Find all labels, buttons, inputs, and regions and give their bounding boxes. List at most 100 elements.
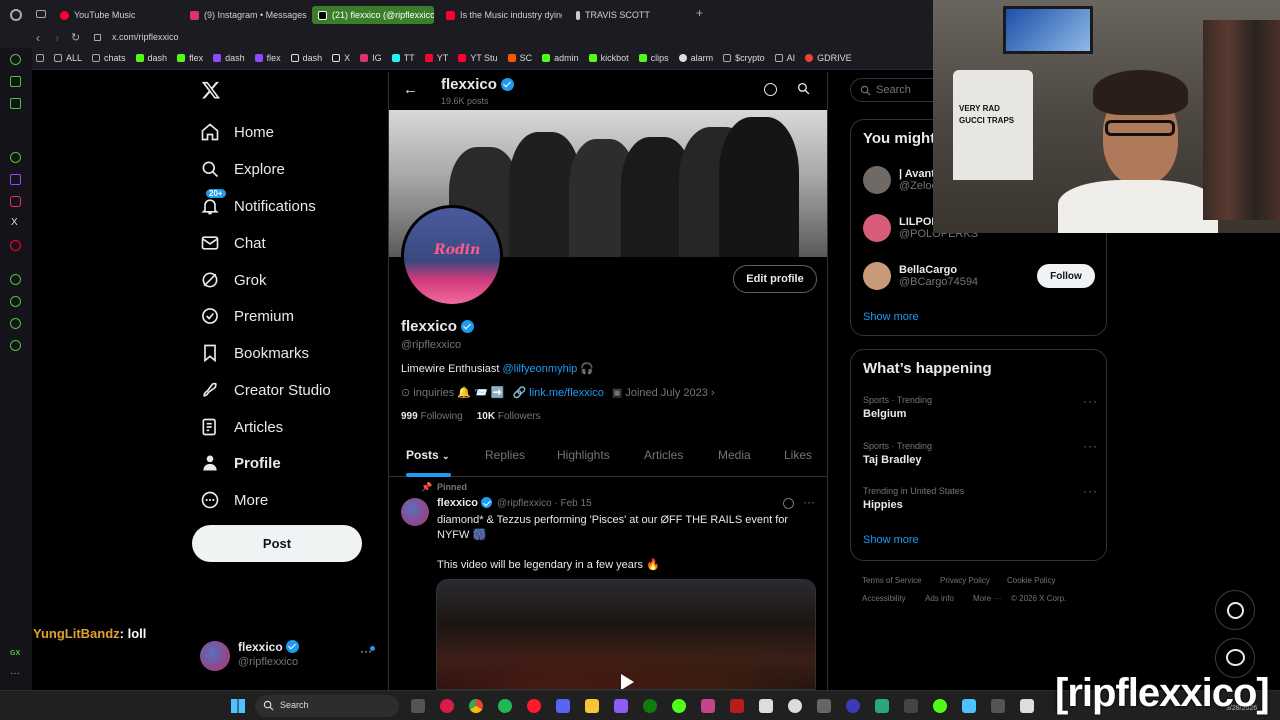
bookmark-admin[interactable]: admin bbox=[542, 53, 579, 63]
app-icon[interactable] bbox=[672, 699, 686, 713]
bookmark-ig[interactable]: IG bbox=[360, 53, 382, 63]
settings-icon[interactable] bbox=[10, 340, 21, 351]
file-explorer-icon[interactable] bbox=[585, 699, 599, 713]
profile-avatar[interactable]: Rodin bbox=[401, 205, 503, 307]
back-icon[interactable]: ‹ bbox=[36, 31, 40, 45]
bookmark-kickbot[interactable]: kickbot bbox=[588, 53, 629, 63]
xbox-icon[interactable] bbox=[643, 699, 657, 713]
tab-youtube-music[interactable]: YouTube Music bbox=[54, 6, 184, 24]
trend-more-icon[interactable]: ··· bbox=[1083, 439, 1098, 453]
tab-travis-scott[interactable]: TRAVIS SCOTT bbox=[570, 6, 690, 24]
tweet-author[interactable]: flexxico bbox=[437, 497, 493, 509]
follow-button[interactable]: Follow bbox=[1037, 264, 1095, 288]
footer-privacy[interactable]: Privacy Policy bbox=[940, 576, 990, 585]
opera-gx-icon[interactable] bbox=[440, 699, 454, 713]
app-icon[interactable] bbox=[817, 699, 831, 713]
player-icon[interactable] bbox=[10, 274, 21, 285]
app-icon[interactable] bbox=[875, 699, 889, 713]
tab-youtube-video[interactable]: Is the Music industry dying bbox=[440, 6, 562, 24]
instagram-icon[interactable] bbox=[10, 196, 21, 207]
nav-chat[interactable]: Chat bbox=[200, 233, 266, 253]
nav-more[interactable]: More bbox=[200, 490, 268, 510]
chatgpt-icon[interactable] bbox=[10, 152, 21, 163]
reload-icon[interactable]: ↻ bbox=[71, 31, 80, 44]
trend-more-icon[interactable]: ··· bbox=[1083, 484, 1098, 498]
show-more-link[interactable]: Show more bbox=[863, 311, 919, 323]
gx-messenger-icon[interactable] bbox=[10, 98, 21, 109]
audio-icon[interactable] bbox=[904, 699, 918, 713]
nav-bookmarks[interactable]: Bookmarks bbox=[200, 343, 309, 363]
nav-explore[interactable]: Explore bbox=[200, 159, 285, 179]
bookmark-yt-studio[interactable]: YT Stu bbox=[458, 53, 498, 63]
opera-gx-icon[interactable] bbox=[10, 9, 22, 21]
url-field[interactable]: x.com/ripflexxico bbox=[112, 32, 179, 42]
tab-x-profile[interactable]: (21) flexxico (@ripflexxico bbox=[312, 6, 434, 24]
capcut-icon[interactable] bbox=[1020, 699, 1034, 713]
footer-cookies[interactable]: Cookie Policy bbox=[1007, 576, 1055, 585]
followers-link[interactable]: 10K Followers bbox=[477, 411, 541, 422]
discord-icon[interactable] bbox=[556, 699, 570, 713]
suggestion-1[interactable]: | Avant @Zeloc bbox=[863, 166, 937, 194]
tab-overview-icon[interactable] bbox=[36, 10, 46, 18]
tab-instagram[interactable]: (9) Instagram • Messages bbox=[184, 6, 312, 24]
app-icon[interactable] bbox=[701, 699, 715, 713]
trend-item[interactable]: Sports · Trending Belgium bbox=[863, 395, 932, 420]
app-icon[interactable] bbox=[933, 699, 947, 713]
bookmark-dash-3[interactable]: dash bbox=[290, 53, 322, 63]
more-icon[interactable]: ··· bbox=[10, 668, 20, 679]
footer-accessibility[interactable]: Accessibility bbox=[862, 594, 906, 603]
show-more-link[interactable]: Show more bbox=[863, 534, 919, 546]
bookmark-tt[interactable]: TT bbox=[391, 53, 415, 63]
bio-mention-link[interactable]: @lilfyeonmyhip bbox=[503, 363, 578, 375]
tweet-video[interactable] bbox=[436, 579, 816, 690]
chrome-icon[interactable] bbox=[469, 699, 483, 713]
opera-icon[interactable] bbox=[527, 699, 541, 713]
account-switcher[interactable]: flexxico @ripflexxico ··· bbox=[200, 640, 380, 676]
start-icon[interactable] bbox=[231, 699, 245, 713]
tab-media[interactable]: Media bbox=[718, 448, 751, 462]
taskbar-search[interactable]: Search bbox=[255, 695, 399, 717]
task-view-icon[interactable] bbox=[411, 699, 425, 713]
tab-replies[interactable]: Replies bbox=[485, 448, 525, 462]
nav-home[interactable]: Home bbox=[200, 122, 274, 142]
gx-control-icon[interactable] bbox=[10, 54, 21, 65]
trend-more-icon[interactable]: ··· bbox=[1083, 394, 1098, 408]
history-icon[interactable] bbox=[10, 296, 21, 307]
nav-profile[interactable]: Profile bbox=[200, 453, 281, 473]
nav-notifications[interactable]: 20+ Notifications bbox=[200, 189, 316, 216]
nav-grok[interactable]: Grok bbox=[200, 270, 267, 290]
pinned-tweet[interactable]: 📌 Pinned flexxico @ripflexxico · Feb 15 … bbox=[389, 478, 827, 690]
grok-icon[interactable] bbox=[783, 498, 794, 509]
gx-flow-icon[interactable] bbox=[10, 76, 21, 87]
footer-more[interactable]: More ··· bbox=[973, 594, 1001, 603]
bookmark-flex-2[interactable]: flex bbox=[254, 53, 281, 63]
calculator-icon[interactable] bbox=[991, 699, 1005, 713]
bookmark-flex-1[interactable]: flex bbox=[177, 53, 203, 63]
tab-likes[interactable]: Likes bbox=[784, 448, 812, 462]
tweet-avatar[interactable] bbox=[401, 498, 429, 526]
notepad-icon[interactable] bbox=[962, 699, 976, 713]
trend-item[interactable]: Trending in United States Hippies bbox=[863, 486, 964, 511]
bookmark-dash-2[interactable]: dash bbox=[213, 53, 245, 63]
bookmark-sc[interactable]: SC bbox=[507, 53, 532, 63]
extensions-icon[interactable] bbox=[10, 318, 21, 329]
footer-terms[interactable]: Terms of Service bbox=[862, 576, 922, 585]
footer-ads-info[interactable]: Ads info bbox=[925, 594, 954, 603]
edit-profile-button[interactable]: Edit profile bbox=[733, 265, 817, 293]
bookmark-alarm[interactable]: alarm bbox=[678, 53, 713, 63]
twitch-icon[interactable] bbox=[10, 174, 21, 185]
bookmark-ai[interactable]: AI bbox=[774, 53, 795, 63]
bookmark-gdrive[interactable]: GDRIVE bbox=[805, 53, 852, 63]
bookmark-clips[interactable]: clips bbox=[638, 53, 669, 63]
new-tab-icon[interactable]: + bbox=[696, 6, 703, 20]
x-icon[interactable]: X bbox=[11, 217, 18, 228]
tweet-more-icon[interactable]: ··· bbox=[803, 495, 815, 509]
spotify-icon[interactable] bbox=[498, 699, 512, 713]
youtube-icon[interactable] bbox=[10, 240, 21, 251]
website-field[interactable]: 🔗 link.me/flexxico bbox=[513, 386, 604, 399]
x-logo[interactable] bbox=[201, 80, 221, 103]
bookmark-all[interactable]: ALL bbox=[54, 53, 82, 63]
chatgpt-icon[interactable] bbox=[788, 699, 802, 713]
refresh-icon[interactable] bbox=[764, 83, 777, 96]
suggestion-3[interactable]: BellaCargo @BCargo74594 bbox=[863, 262, 978, 290]
